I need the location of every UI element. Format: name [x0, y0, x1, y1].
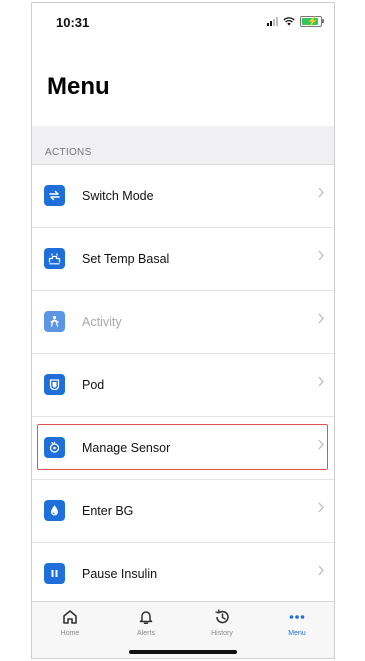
switch-mode-icon — [44, 185, 65, 206]
chevron-right-icon — [318, 376, 324, 387]
chevron-right-icon — [318, 502, 324, 513]
tab-bar: Home Alerts History Menu — [32, 601, 334, 658]
tab-history[interactable]: History — [192, 608, 252, 637]
chevron-right-icon — [318, 250, 324, 261]
menu-item-manage-sensor[interactable]: Manage Sensor — [32, 417, 334, 480]
tab-label: Menu — [288, 630, 306, 637]
pause-icon — [44, 563, 65, 584]
chevron-right-icon — [318, 313, 324, 324]
temp-basal-icon — [44, 248, 65, 269]
chevron-right-icon — [318, 439, 324, 450]
home-icon — [63, 610, 77, 624]
tab-label: Alerts — [137, 630, 155, 637]
menu-item-label: Pause Insulin — [82, 567, 158, 581]
menu-item-label: Switch Mode — [82, 189, 154, 203]
menu-item-label: Set Temp Basal — [82, 252, 170, 266]
page-title: Menu — [47, 73, 110, 100]
pod-icon — [44, 374, 65, 395]
menu-item-label: Manage Sensor — [82, 441, 171, 455]
menu-item-enter-bg[interactable]: Enter BG — [32, 480, 334, 543]
section-label: ACTIONS — [45, 147, 92, 158]
home-indicator[interactable] — [129, 650, 237, 654]
menu-item-label: Pod — [82, 378, 105, 392]
section-header-actions: ACTIONS — [32, 126, 334, 165]
tab-home[interactable]: Home — [40, 608, 100, 637]
battery-charging-icon: ⚡ — [300, 16, 324, 27]
menu-item-pause-insulin[interactable]: Pause Insulin — [32, 543, 334, 606]
chevron-right-icon — [318, 187, 324, 198]
menu-item-set-temp-basal[interactable]: Set Temp Basal — [32, 228, 334, 291]
status-icons: ⚡ — [267, 16, 324, 27]
cellular-signal-icon — [267, 17, 278, 26]
phone-screen: 10:31 ⚡ Menu ACTIONS Switch Mode Set Tem… — [31, 2, 335, 659]
history-icon — [215, 609, 229, 624]
status-bar: 10:31 ⚡ — [32, 3, 334, 39]
menu-list: Switch Mode Set Temp Basal Activity Pod … — [32, 165, 334, 606]
status-time: 10:31 — [56, 15, 90, 30]
menu-item-switch-mode[interactable]: Switch Mode — [32, 165, 334, 228]
bell-icon — [139, 611, 153, 624]
more-icon — [289, 615, 305, 619]
menu-item-pod[interactable]: Pod — [32, 354, 334, 417]
tab-menu[interactable]: Menu — [267, 608, 327, 637]
tab-label: History — [211, 630, 233, 637]
menu-item-label: Enter BG — [82, 504, 134, 518]
highlight-box — [37, 424, 328, 470]
chevron-right-icon — [318, 565, 324, 576]
tab-label: Home — [60, 630, 80, 637]
tab-alerts[interactable]: Alerts — [116, 608, 176, 637]
menu-item-label: Activity — [82, 315, 122, 329]
sensor-icon — [44, 437, 65, 458]
activity-icon — [44, 311, 65, 332]
wifi-icon — [283, 17, 295, 26]
menu-item-activity[interactable]: Activity — [32, 291, 334, 354]
blood-drop-icon — [44, 500, 65, 521]
